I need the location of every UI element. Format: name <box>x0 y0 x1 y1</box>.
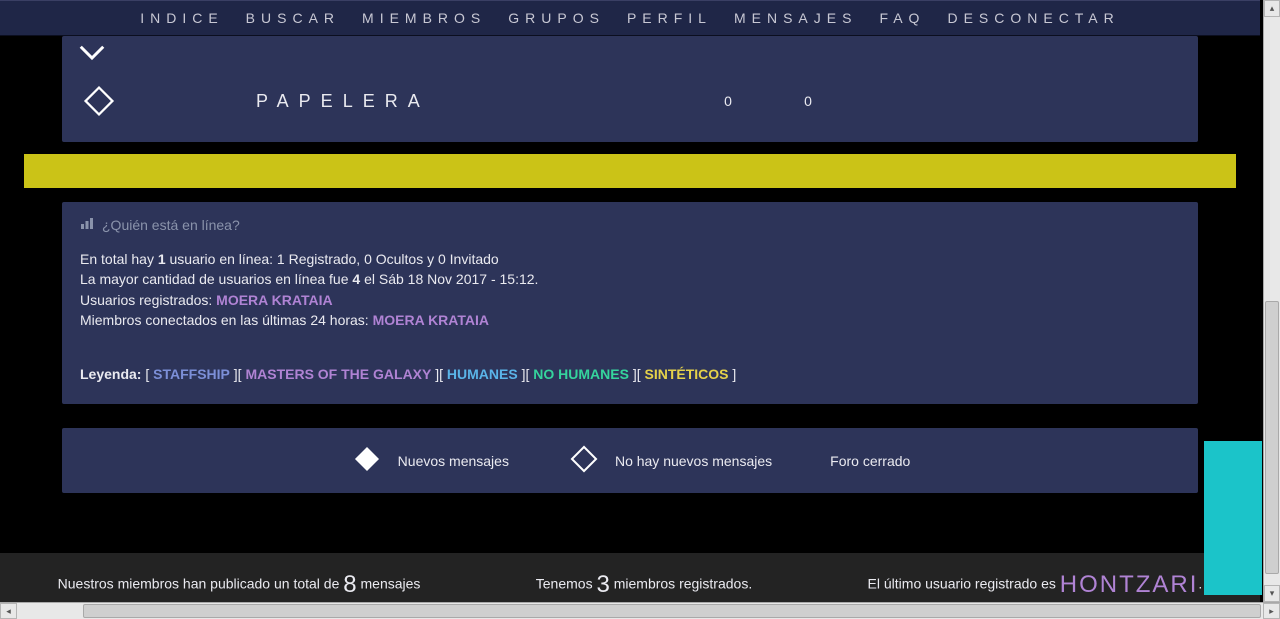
scroll-down-arrow-icon[interactable]: ▾ <box>1264 585 1280 602</box>
vertical-scroll-thumb[interactable] <box>1265 301 1279 574</box>
forum-post-count: 0 <box>768 93 848 109</box>
legend-no-new-messages: No hay nuevos mensajes <box>567 442 772 479</box>
floating-teal-widget[interactable] <box>1204 441 1262 595</box>
online-line-24h: Miembros conectados en las últimas 24 ho… <box>80 310 1180 330</box>
nav-buscar[interactable]: BUSCAR <box>246 10 340 26</box>
diamond-filled-icon <box>350 442 384 479</box>
diamond-outline-icon <box>567 442 601 479</box>
nav-grupos[interactable]: GRUPOS <box>508 10 605 26</box>
nav-desconectar[interactable]: DESCONECTAR <box>947 10 1119 26</box>
who-is-online-title: ¿Quién está en línea? <box>80 216 1180 233</box>
scroll-up-arrow-icon[interactable]: ▴ <box>1264 0 1280 17</box>
online-line-total: En total hay 1 usuario en línea: 1 Regis… <box>80 249 1180 269</box>
forum-panel: PAPELERA 0 0 <box>62 36 1198 142</box>
who-is-online-title-text: ¿Quién está en línea? <box>102 217 240 233</box>
top-nav: INDICE BUSCAR MIEMBROS GRUPOS PERFIL MEN… <box>0 0 1260 36</box>
group-humanes[interactable]: HUMANES <box>447 366 518 382</box>
group-sinteticos[interactable]: SINTÉTICOS <box>645 366 729 382</box>
horizontal-scroll-track[interactable] <box>17 603 1263 619</box>
stats-total-members: Tenemos 3 miembros registrados. <box>536 571 752 599</box>
nav-mensajes[interactable]: MENSAJES <box>734 10 857 26</box>
legend-new-messages: Nuevos mensajes <box>350 442 509 479</box>
online-user-link[interactable]: MOERA KRATAIA <box>216 292 332 308</box>
stats-total-posts: Nuestros miembros han publicado un total… <box>58 571 421 599</box>
online-line-record: La mayor cantidad de usuarios en línea f… <box>80 269 1180 289</box>
legend-icons-panel: Nuevos mensajes No hay nuevos mensajes F… <box>62 428 1198 493</box>
chevron-down-icon[interactable] <box>62 36 122 70</box>
stats-icon <box>80 216 94 233</box>
stats-last-user: El último usuario registrado es HONTZARI… <box>868 571 1203 599</box>
scroll-right-arrow-icon[interactable]: ▸ <box>1263 603 1280 619</box>
legend-line: Leyenda: [ STAFFSHIP ][ MASTERS OF THE G… <box>80 364 1180 384</box>
horizontal-scrollbar[interactable]: ◂ ▸ <box>0 602 1280 619</box>
nav-perfil[interactable]: PERFIL <box>627 10 712 26</box>
nav-miembros[interactable]: MIEMBROS <box>362 10 486 26</box>
forum-topic-count: 0 <box>688 93 768 109</box>
nav-indice[interactable]: INDICE <box>140 10 223 26</box>
group-nohumanes[interactable]: NO HUMANES <box>533 366 629 382</box>
scroll-left-arrow-icon[interactable]: ◂ <box>0 603 17 619</box>
diamond-outline-icon <box>62 76 136 126</box>
legend-forum-closed: Foro cerrado <box>830 453 910 469</box>
online-24h-user-link[interactable]: MOERA KRATAIA <box>373 312 489 328</box>
horizontal-scroll-thumb[interactable] <box>83 604 1261 618</box>
vertical-scroll-track[interactable] <box>1264 17 1280 585</box>
yellow-banner <box>24 154 1236 188</box>
forum-name[interactable]: PAPELERA <box>136 91 688 112</box>
forum-row-papelera[interactable]: PAPELERA 0 0 <box>62 70 1198 142</box>
who-is-online-panel: ¿Quién está en línea? En total hay 1 usu… <box>62 202 1198 404</box>
group-masters[interactable]: MASTERS OF THE GALAXY <box>245 366 431 382</box>
group-staffship[interactable]: STAFFSHIP <box>153 366 230 382</box>
online-line-registered: Usuarios registrados: MOERA KRATAIA <box>80 290 1180 310</box>
last-user-link[interactable]: HONTZARI <box>1060 571 1199 598</box>
nav-faq[interactable]: FAQ <box>879 10 925 26</box>
forum-row-collapse <box>62 36 1198 70</box>
vertical-scrollbar[interactable]: ▴ ▾ <box>1263 0 1280 602</box>
